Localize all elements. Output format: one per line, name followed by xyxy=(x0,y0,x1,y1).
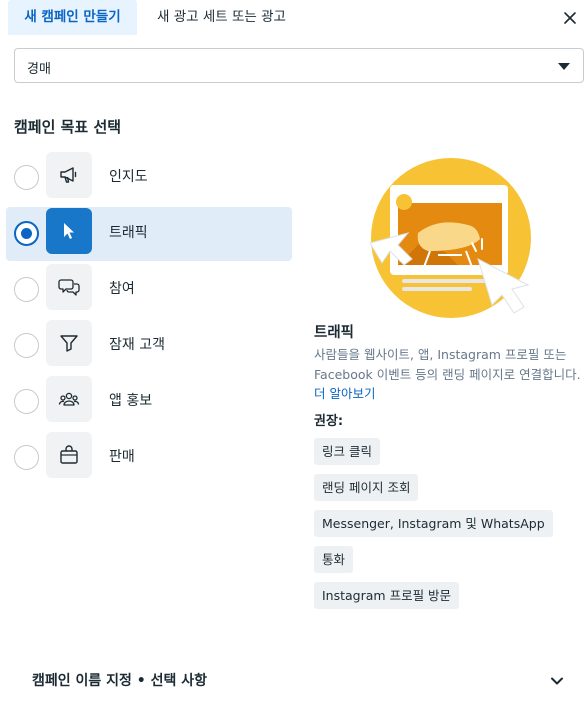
objective-label: 참여 xyxy=(109,281,135,297)
filter-icon xyxy=(46,320,92,366)
campaign-name-section-toggle[interactable]: 캠페인 이름 지정 • 선택 사항 xyxy=(0,660,588,700)
campaign-name-section-label: 캠페인 이름 지정 • 선택 사항 xyxy=(32,673,207,689)
traffic-illustration xyxy=(368,155,534,321)
objective-radio[interactable] xyxy=(14,333,39,358)
chevron-down-icon[interactable] xyxy=(548,672,566,690)
caret-down-icon xyxy=(558,63,570,70)
objective-sales[interactable]: 판매 xyxy=(6,431,292,485)
recommended-chip: 통화 xyxy=(314,546,354,573)
buying-type-value: 경매 xyxy=(27,62,51,77)
objective-detail-description: 사람들을 웹사이트, 앱, Instagram 프로필 또는 Facebook … xyxy=(314,345,586,404)
objective-label: 판매 xyxy=(109,449,135,465)
objective-description-text: 사람들을 웹사이트, 앱, Instagram 프로필 또는 Facebook … xyxy=(314,347,581,382)
chat-bubbles-icon xyxy=(46,264,92,310)
tab-new-campaign[interactable]: 새 캠페인 만들기 xyxy=(8,0,137,35)
shopping-bag-icon xyxy=(46,432,92,478)
objective-radio[interactable] xyxy=(14,277,39,302)
objective-detail-title: 트래픽 xyxy=(314,325,355,341)
objective-radio[interactable] xyxy=(14,165,39,190)
objective-traffic[interactable]: 트래픽 xyxy=(6,207,292,261)
tab-new-adset-or-ad[interactable]: 새 광고 세트 또는 광고 xyxy=(157,0,286,35)
objective-radio[interactable] xyxy=(14,389,39,414)
recommended-chip: Messenger, Instagram 및 WhatsApp xyxy=(314,510,553,537)
objective-leads[interactable]: 잠재 고객 xyxy=(6,319,292,373)
objective-engagement[interactable]: 참여 xyxy=(6,263,292,317)
people-icon xyxy=(46,376,92,422)
buying-type-select[interactable]: 경매 xyxy=(14,48,584,83)
megaphone-icon xyxy=(46,152,92,198)
objective-label: 트래픽 xyxy=(109,225,148,241)
objective-app-promotion[interactable]: 앱 홍보 xyxy=(6,375,292,429)
objectives-heading: 캠페인 목표 선택 xyxy=(14,118,122,136)
cursor-icon xyxy=(46,208,92,254)
tab-bar: 새 캠페인 만들기 새 광고 세트 또는 광고 xyxy=(0,0,588,36)
objective-label: 인지도 xyxy=(109,169,148,185)
objective-awareness[interactable]: 인지도 xyxy=(6,151,292,205)
objective-label: 앱 홍보 xyxy=(109,393,153,409)
recommended-heading: 권장: xyxy=(314,414,344,429)
objective-label: 잠재 고객 xyxy=(109,337,165,353)
recommended-chip: Instagram 프로필 방문 xyxy=(314,582,460,609)
learn-more-link[interactable]: 더 알아보기 xyxy=(314,386,375,401)
objective-radio[interactable] xyxy=(14,221,39,246)
recommended-chip: 링크 클릭 xyxy=(314,438,380,465)
recommended-chip: 랜딩 페이지 조회 xyxy=(314,474,419,501)
objective-radio[interactable] xyxy=(14,445,39,470)
close-icon[interactable] xyxy=(560,8,580,28)
